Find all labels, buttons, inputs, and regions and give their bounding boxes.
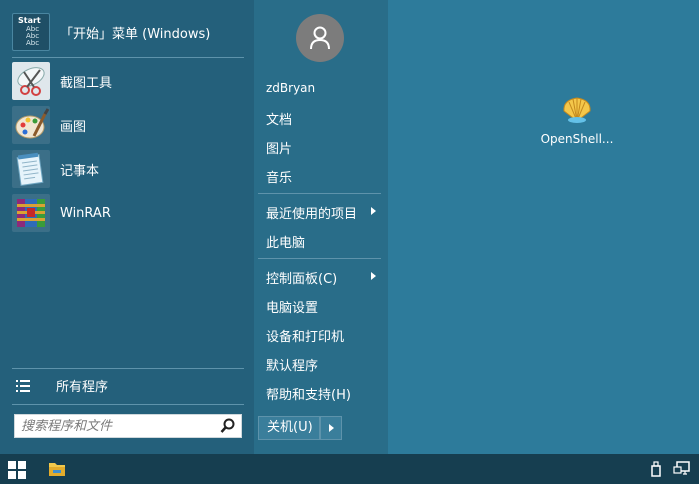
desktop-shortcut-openshell[interactable]: OpenShell... [537, 94, 617, 146]
devices-printers-link[interactable]: 设备和打印机 [266, 326, 344, 345]
all-programs-label: 所有程序 [56, 380, 109, 395]
winrar-icon [12, 194, 50, 232]
file-explorer-icon[interactable] [48, 461, 66, 477]
program-item-notepad[interactable]: 记事本 [12, 149, 99, 189]
program-label: 截图工具 [60, 75, 113, 91]
user-name-link[interactable]: zdBryan [266, 81, 315, 95]
user-icon [310, 26, 330, 50]
windows-logo-icon[interactable] [8, 461, 26, 479]
chevron-right-icon [371, 272, 376, 280]
user-avatar[interactable] [296, 14, 344, 62]
search-icon[interactable] [220, 418, 236, 434]
start-menu: Start Abc Abc Abc 「开始」菜单 (Windows) 截图工具 [0, 0, 388, 454]
notepad-icon [12, 150, 50, 188]
divider [258, 258, 381, 259]
network-icon[interactable] [673, 461, 691, 477]
pictures-link[interactable]: 图片 [266, 138, 292, 157]
start-menu-icon: Start Abc Abc Abc [12, 13, 50, 51]
program-label: 「开始」菜单 (Windows) [60, 26, 211, 42]
program-item-winrar[interactable]: WinRAR [12, 193, 111, 233]
program-item-start-menu-settings[interactable]: Start Abc Abc Abc 「开始」菜单 (Windows) [12, 12, 210, 52]
control-panel-menu[interactable]: 控制面板(C) [266, 268, 337, 287]
usb-eject-icon[interactable] [650, 461, 662, 477]
pc-settings-link[interactable]: 电脑设置 [266, 297, 318, 316]
program-label: 画图 [60, 119, 87, 135]
music-link[interactable]: 音乐 [266, 167, 292, 186]
divider [12, 368, 244, 369]
search-input[interactable] [21, 418, 217, 434]
paint-icon [12, 106, 50, 144]
program-label: WinRAR [60, 205, 111, 221]
recent-items-menu[interactable]: 最近使用的项目 [266, 203, 357, 222]
snipping-tool-icon [12, 62, 50, 100]
shutdown-button[interactable]: 关机(U) [258, 416, 320, 440]
divider [12, 57, 244, 58]
chevron-right-icon [371, 207, 376, 215]
help-support-link[interactable]: 帮助和支持(H) [266, 384, 351, 403]
program-item-snipping-tool[interactable]: 截图工具 [12, 61, 112, 101]
list-icon [16, 379, 30, 392]
openshell-icon [563, 97, 591, 123]
taskbar [0, 454, 699, 484]
program-item-paint[interactable]: 画图 [12, 105, 86, 145]
this-pc-link[interactable]: 此电脑 [266, 232, 305, 251]
divider [258, 193, 381, 194]
default-programs-link[interactable]: 默认程序 [266, 355, 318, 374]
divider [12, 404, 244, 405]
program-label: 记事本 [60, 163, 100, 179]
search-box[interactable] [14, 414, 242, 438]
shutdown-options-button[interactable] [320, 416, 342, 440]
all-programs-button[interactable]: 所有程序 [16, 376, 108, 395]
desktop-shortcut-label: OpenShell... [540, 132, 614, 146]
documents-link[interactable]: 文档 [266, 109, 292, 128]
